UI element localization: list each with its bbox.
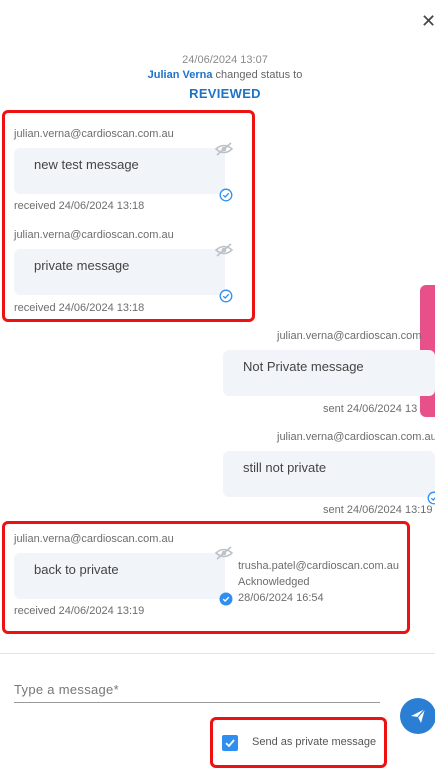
status-actor: Julian Verna xyxy=(147,69,213,81)
status-new-value: REVIEWED xyxy=(189,86,261,101)
eye-off-icon xyxy=(215,141,233,157)
message-text: still not private xyxy=(243,460,327,475)
check-circle-icon xyxy=(219,188,233,202)
status-change-line: Julian Verna changed status to xyxy=(0,69,435,81)
message-sender: julian.verna@cardioscan.com.au xyxy=(14,533,174,545)
message-meta: received 24/06/2024 13:18 xyxy=(14,302,145,314)
close-button[interactable]: ✕ xyxy=(421,10,435,32)
send-button[interactable] xyxy=(400,698,435,734)
message-bubble: Not Private message xyxy=(223,350,435,396)
ack-by: trusha.patel@cardioscan.com.au xyxy=(238,560,399,572)
status-timestamp: 24/06/2024 13:07 xyxy=(182,54,268,66)
message-text: new test message xyxy=(34,157,139,172)
message-bubble: back to private xyxy=(14,553,225,599)
message-meta: received 24/06/2024 13:18 xyxy=(14,200,145,212)
private-message-checkbox[interactable] xyxy=(222,735,238,751)
message-bubble: new test message xyxy=(14,148,225,194)
message-sender: julian.verna@cardioscan.com.au xyxy=(14,229,174,241)
check-circle-icon xyxy=(219,289,233,303)
message-text: Not Private message xyxy=(243,359,364,374)
checkbox-check-icon xyxy=(225,739,235,748)
check-circle-icon xyxy=(427,491,435,505)
eye-off-icon xyxy=(215,545,233,561)
message-sender: julian.verna@cardioscan.com.au xyxy=(277,431,435,443)
status-action-text: changed status to xyxy=(212,69,303,81)
close-icon: ✕ xyxy=(421,11,435,31)
eye-off-icon xyxy=(215,242,233,258)
message-bubble: private message xyxy=(14,249,225,295)
ack-time: 28/06/2024 16:54 xyxy=(238,592,324,604)
message-input[interactable] xyxy=(14,676,380,703)
message-text: private message xyxy=(34,258,130,273)
composer-divider xyxy=(0,653,435,654)
message-text: back to private xyxy=(34,562,119,577)
message-sender: julian.verna@cardioscan.com.au xyxy=(14,128,174,140)
check-circle-filled-icon xyxy=(219,592,233,606)
message-meta: sent 24/06/2024 13:19 xyxy=(323,504,433,516)
ack-label: Acknowledged xyxy=(238,576,310,588)
send-icon xyxy=(411,708,426,723)
message-meta: received 24/06/2024 13:19 xyxy=(14,605,145,617)
message-meta: sent 24/06/2024 13 xyxy=(323,403,418,415)
message-bubble: still not private xyxy=(223,451,435,497)
message-sender: julian.verna@cardioscan.com xyxy=(277,330,422,342)
private-message-label[interactable]: Send as private message xyxy=(252,736,376,748)
